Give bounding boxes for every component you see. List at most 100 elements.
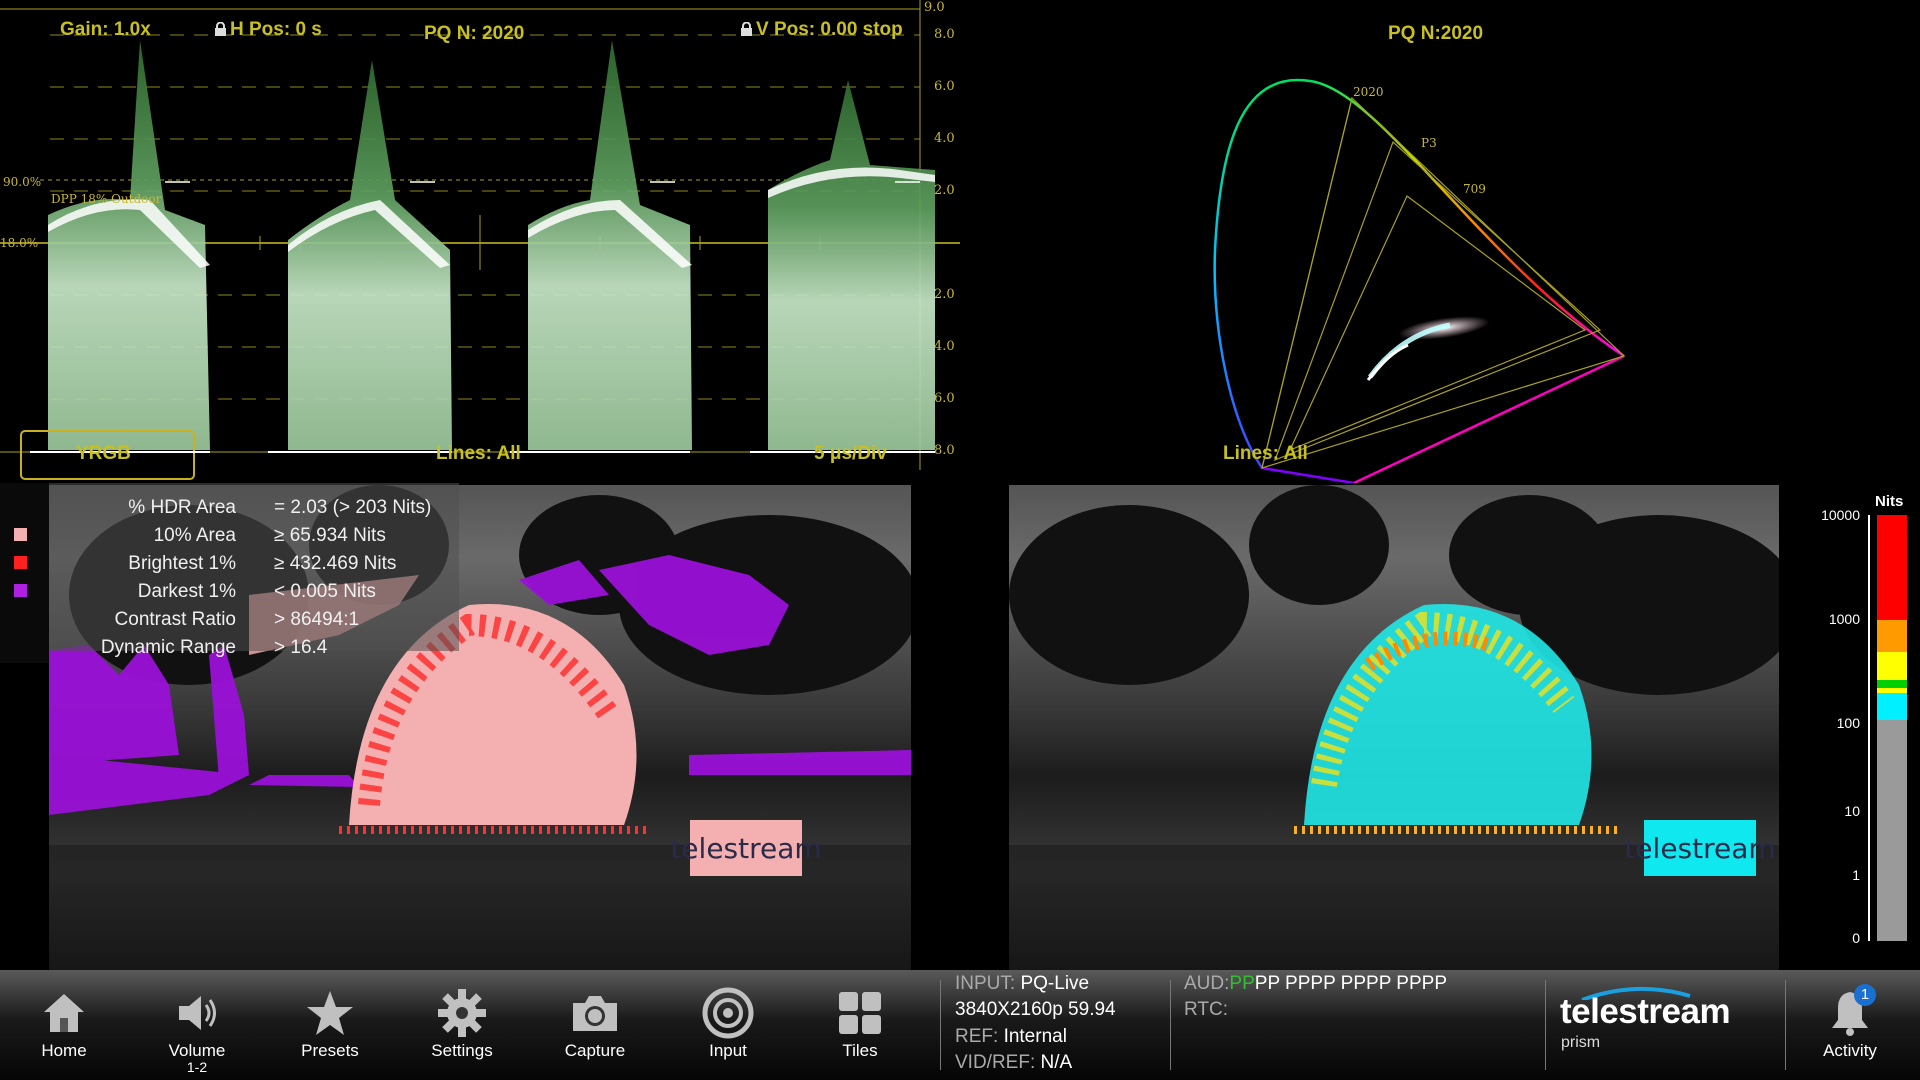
ref-key: REF:	[955, 1026, 999, 1047]
gamut-label-p3: P3	[1421, 136, 1437, 150]
scale-tick: 8.0	[934, 27, 955, 42]
nits-tick: 10000	[1821, 507, 1860, 523]
capture-label: Capture	[564, 1041, 626, 1060]
toolbar-divider	[1170, 980, 1171, 1070]
volume-label: Volume	[168, 1041, 226, 1060]
stat-value: ≥ 432.469 Nits	[274, 553, 397, 574]
hpos-readout[interactable]: H Pos: 0 s	[214, 19, 322, 41]
activity-badge: 1	[1854, 984, 1876, 1006]
aud-channels: PP PPPP PPPP PPPP	[1254, 973, 1447, 994]
speaker-icon	[171, 988, 223, 1038]
home-icon	[38, 988, 90, 1038]
telestream-logo: telestream	[1624, 820, 1776, 876]
camera-icon	[569, 988, 621, 1038]
input-label: Input	[709, 1041, 747, 1060]
hdr-zone-panel[interactable]: telestream % HDR Area = 2.03 (> 203 Nits…	[0, 483, 960, 970]
gamut-label-2020: 2020	[1353, 85, 1384, 99]
activity-button[interactable]: 1 Activity	[1790, 970, 1910, 1080]
volume-channel: 1-2	[186, 1059, 208, 1075]
gamut-title: PQ N:2020	[1388, 23, 1484, 44]
waveform-title: PQ N: 2020	[424, 23, 525, 44]
input-status: INPUT: PQ-Live	[955, 973, 1089, 995]
vidref-key: VID/REF:	[955, 1052, 1036, 1073]
tiles-button[interactable]: Tiles	[800, 970, 920, 1080]
stat-value: < 0.005 Nits	[274, 581, 376, 602]
nits-scale-title: Nits	[1875, 493, 1904, 510]
waveform-trace	[0, 0, 960, 480]
stat-label: % HDR Area	[128, 497, 236, 518]
scale-tick: 6.0	[934, 79, 955, 94]
stat-label: Dynamic Range	[100, 637, 236, 658]
scene-image	[1009, 485, 1779, 970]
rtc-status: RTC:	[1184, 999, 1228, 1021]
activity-label: Activity	[1823, 1041, 1877, 1060]
format-status: 3840X2160p 59.94	[955, 999, 1116, 1020]
scale-tick: 2.0	[934, 183, 955, 198]
vidref-status: VID/REF: N/A	[955, 1052, 1072, 1074]
lock-icon	[214, 20, 227, 36]
scale-tick: 9.0	[924, 0, 945, 15]
gain-readout[interactable]: Gain: 1.0x	[60, 19, 151, 41]
nits-tick: 100	[1836, 715, 1860, 731]
stat-label: Contrast Ratio	[114, 609, 236, 630]
scale-tick: 2.0	[934, 287, 955, 302]
lines-label: Lines: All	[436, 443, 521, 464]
settings-button[interactable]: Settings	[402, 970, 522, 1080]
hpos-label: H Pos: 0 s	[230, 19, 322, 40]
star-icon	[304, 988, 356, 1038]
tiles-label: Tiles	[842, 1041, 878, 1060]
volume-button[interactable]: Volume 1-2	[137, 970, 257, 1080]
nits-tick: 1	[1852, 867, 1860, 883]
stat-value: = 2.03 (> 203 Nits)	[274, 497, 432, 518]
input-button[interactable]: Input	[668, 970, 788, 1080]
nits-tick: 10	[1844, 803, 1860, 819]
brand-product: prism	[1561, 1034, 1601, 1051]
waveform-panel[interactable]: Gain: 1.0x H Pos: 0 s PQ N: 2020 V Pos: …	[0, 0, 960, 483]
input-value: PQ-Live	[1020, 973, 1090, 994]
stat-value: > 16.4	[274, 637, 328, 658]
sweep-label: 5 μs/Div	[814, 443, 887, 464]
toolbar-divider	[1785, 980, 1786, 1070]
rtc-key: RTC:	[1184, 999, 1228, 1020]
scale-tick: 6.0	[934, 391, 955, 406]
ref-high-label: 90.0%	[3, 175, 42, 189]
nits-color-bar	[1877, 515, 1907, 941]
scale-tick: 8.0	[934, 443, 955, 458]
bell-icon: 1	[1824, 984, 1876, 1038]
telestream-logo: telestream	[670, 820, 822, 876]
lock-icon	[740, 20, 753, 36]
cie-diagram	[1213, 78, 1626, 483]
stat-value: ≥ 65.934 Nits	[274, 525, 386, 546]
nits-tick: 1000	[1828, 611, 1860, 627]
toolbar-divider	[940, 980, 941, 1070]
mode-label[interactable]: YRGB	[76, 443, 131, 465]
gamut-lines-label: Lines: All	[1223, 443, 1308, 464]
gamut-panel[interactable]: PQ N:2020 2020 P3 709 Lines: All	[960, 0, 1920, 483]
home-label: Home	[41, 1041, 87, 1060]
toolbar-divider	[1545, 980, 1546, 1070]
tiles-icon	[834, 988, 886, 1038]
bottom-toolbar: Home Volume 1-2 Presets Settings Capture…	[0, 970, 1920, 1080]
ref-mid-label: 18.0%	[0, 236, 39, 250]
video-frame: telestream	[1009, 485, 1779, 970]
presets-button[interactable]: Presets	[270, 970, 390, 1080]
input-key: INPUT:	[955, 973, 1016, 994]
stat-value: > 86494:1	[274, 609, 360, 630]
vpos-readout[interactable]: V Pos: 0.00 stop	[740, 19, 908, 41]
nits-false-color-panel[interactable]: telestream Nits 10000 1000 100 10 1 0	[960, 483, 1920, 970]
capture-button[interactable]: Capture	[535, 970, 655, 1080]
scale-tick: 4.0	[934, 339, 955, 354]
ref-value: Internal	[1003, 1026, 1067, 1047]
home-button[interactable]: Home	[4, 970, 124, 1080]
nits-tick: 0	[1852, 930, 1860, 946]
nits-axis	[1868, 515, 1870, 941]
presets-label: Presets	[301, 1041, 359, 1060]
stat-label: Darkest 1%	[137, 581, 236, 602]
vidref-value: N/A	[1040, 1052, 1073, 1073]
ref-status: REF: Internal	[955, 1026, 1067, 1048]
stat-label: Brightest 1%	[128, 553, 236, 574]
input-target-icon	[702, 987, 754, 1039]
gear-icon	[436, 988, 488, 1038]
stat-label: 10% Area	[153, 525, 236, 546]
brand-name: telestream	[1560, 992, 1731, 1031]
